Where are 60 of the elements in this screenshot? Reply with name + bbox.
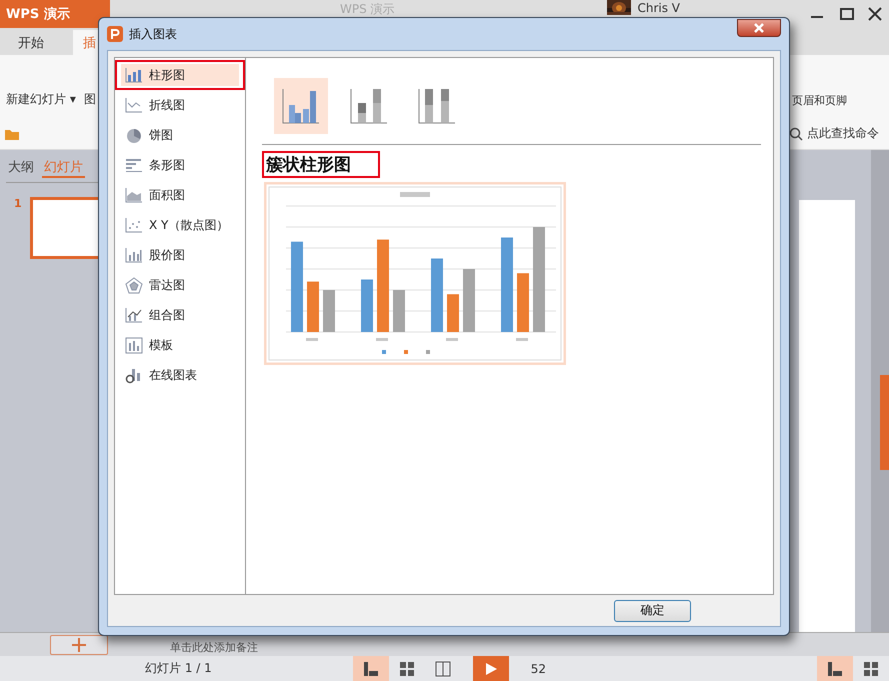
close-button[interactable] [737, 19, 781, 37]
maximize-icon [839, 6, 855, 22]
combo-chart-icon [125, 306, 143, 324]
close-icon [754, 23, 764, 33]
normal-view-icon [362, 660, 379, 676]
online-chart-icon [125, 366, 143, 384]
normal-view-button[interactable] [352, 656, 389, 681]
radar-chart-icon [125, 276, 143, 294]
line-chart-icon [125, 96, 143, 114]
vertical-scrollbar[interactable] [871, 150, 889, 632]
play-button[interactable] [472, 656, 509, 681]
chart-type-item[interactable]: 条形图 [115, 150, 245, 180]
chart-type-item[interactable]: 股价图 [115, 240, 245, 270]
search-icon [789, 126, 803, 140]
minimize-icon [811, 16, 823, 18]
grid-icon [398, 660, 415, 676]
stock-chart-icon [125, 246, 143, 264]
bar-chart-icon [125, 156, 143, 174]
column-chart-icon [125, 66, 143, 84]
ok-button[interactable]: 确定 [614, 600, 691, 622]
chart-type-item[interactable]: 柱形图 [115, 60, 245, 90]
search-field[interactable]: 点此查找命令 [807, 125, 879, 142]
notes-placeholder[interactable]: 单击此处添加备注 [170, 640, 258, 655]
header-footer-button[interactable]: 页眉和页脚 [782, 55, 849, 118]
app-icon [107, 26, 123, 42]
chart-type-item[interactable]: 在线图表 [115, 360, 245, 390]
panel-toggle-handle[interactable] [880, 375, 889, 470]
chart-type-item[interactable]: 折线图 [115, 90, 245, 120]
add-slide-button[interactable] [50, 634, 108, 654]
chart-type-item[interactable]: 组合图 [115, 300, 245, 330]
chart-type-item[interactable]: X Y（散点图） [115, 210, 245, 240]
pie-chart-icon [125, 126, 143, 144]
slide-number: 1 [14, 197, 22, 212]
zoom-level: 52 [530, 662, 546, 676]
subtype-title: 簇状柱形图 [262, 151, 380, 178]
play-icon [484, 662, 498, 676]
user-name[interactable]: Chris V [637, 1, 680, 15]
scatter-chart-icon [125, 216, 143, 234]
chart-subtype-button[interactable] [274, 78, 328, 134]
dialog-title: 插入图表 [129, 26, 177, 42]
chart-type-item[interactable]: 雷达图 [115, 270, 245, 300]
ribbon-tab[interactable]: 开始 [8, 30, 54, 55]
normal-view-icon [826, 660, 843, 676]
stacked-column-icon [349, 87, 389, 125]
plus-icon [71, 636, 87, 652]
chart-type-item[interactable]: 模板 [115, 330, 245, 360]
area-chart-icon [125, 186, 143, 204]
clustered-column-icon [281, 87, 321, 125]
template-chart-icon [125, 336, 143, 354]
grid-icon [862, 660, 879, 676]
slide-counter: 幻灯片 1 / 1 [145, 660, 212, 677]
normal-view-button[interactable] [816, 656, 853, 681]
chart-type-item[interactable]: 饼图 [115, 120, 245, 150]
chart-type-item[interactable]: 面积图 [115, 180, 245, 210]
ribbon-button[interactable]: 图 [82, 55, 98, 118]
new-slide-button[interactable]: 新建幻灯片 ▾ [4, 55, 78, 118]
panel-tab[interactable]: 大纲 [6, 158, 36, 178]
close-icon [867, 6, 883, 22]
book-icon [434, 660, 451, 676]
percent-column-icon [417, 87, 457, 125]
